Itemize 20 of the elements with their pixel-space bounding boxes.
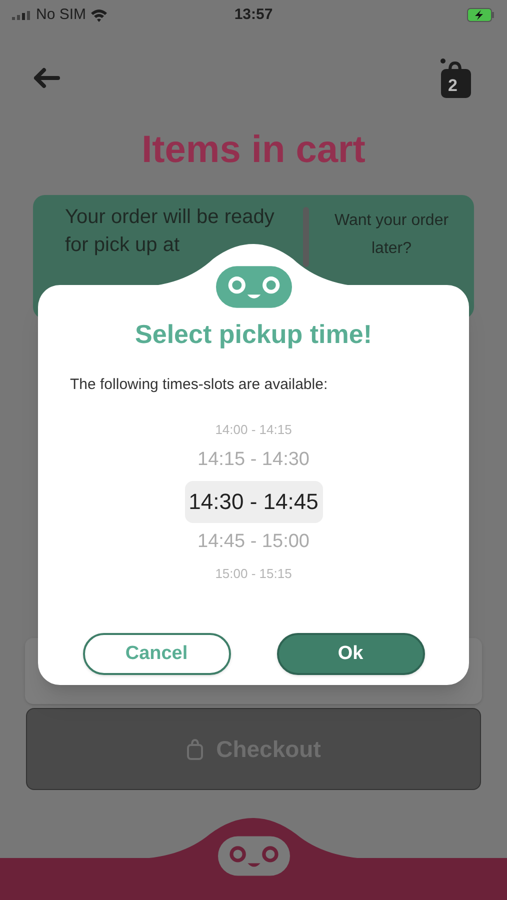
wifi-icon (90, 8, 108, 22)
later-prompt: Want your order later? (333, 211, 450, 259)
time-slot-option[interactable]: 14:00 - 14:15 (211, 418, 296, 440)
cart-count: 2 (448, 75, 458, 97)
carrier-label: No SIM (36, 4, 86, 25)
bag-icon (186, 738, 204, 760)
time-slot-option[interactable]: 14:15 - 14:30 (194, 440, 314, 480)
time-slot-option[interactable]: 15:00 - 15:15 (211, 562, 296, 584)
dialog-title: Select pickup time! (135, 318, 372, 351)
clock-time: 13:57 (233, 4, 274, 25)
ok-button[interactable]: Ok (276, 633, 424, 675)
page-title: Items in cart (140, 128, 366, 173)
pickup-message: Your order will be ready for pick up at (64, 205, 276, 258)
dialog-subtitle: The following times-slots are available: (70, 375, 328, 395)
back-arrow-icon[interactable] (32, 67, 60, 89)
time-slot-option[interactable]: 14:30 - 14:45 (184, 480, 322, 522)
cancel-button[interactable]: Cancel (82, 633, 230, 675)
battery-charging-icon (467, 8, 495, 22)
signal-icon (12, 10, 32, 20)
time-slot-option[interactable]: 14:45 - 15:00 (194, 522, 314, 562)
